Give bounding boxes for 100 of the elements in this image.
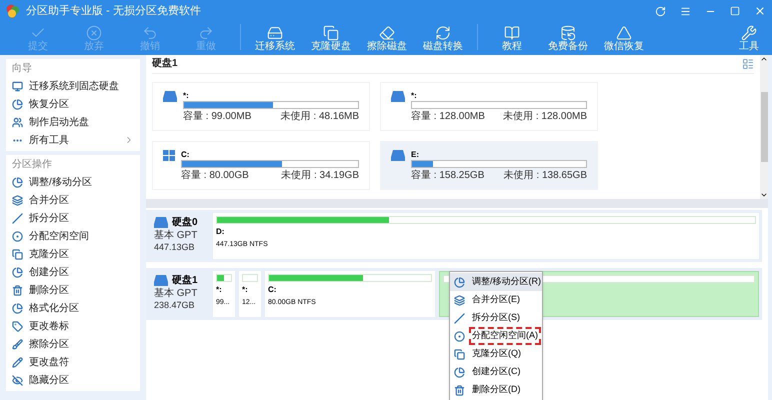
close-icon[interactable] [754,5,766,17]
partition-name: *: [216,285,223,295]
pie-chart-icon [454,366,465,378]
sidebar-item[interactable]: 合并分区 [12,191,134,209]
toolbar-button[interactable]: 迁移系统 [251,25,299,52]
sidebar-item[interactable]: 调整/移动分区 [12,173,134,191]
triangle-icon [616,25,632,41]
sidebar-item[interactable]: 格式化分区 [12,299,134,317]
drive-icon [391,91,405,102]
toolbar-button[interactable]: 克隆硬盘 [307,25,355,52]
window-title: 分区助手专业版 - 无损分区免费软件 [26,4,201,19]
drive-icon [391,150,405,161]
book-icon [504,25,520,41]
windows-icon [163,150,175,161]
toolbar-button[interactable]: 免费备份 [544,25,592,52]
toolbar-button[interactable]: 教程 [488,25,536,52]
partition-card[interactable]: C: 容量 : 80.00GB 未使用 : 34.19GB [152,141,370,190]
menu-item[interactable]: 合并分区(E) [450,291,542,309]
refresh-icon [435,25,451,41]
drive-icon [163,91,177,102]
partition-name: *: [183,91,190,100]
capacity-text: 容量 : 128.00MB [411,111,485,123]
maximize-icon[interactable] [730,6,740,16]
partition-name: C: [181,150,190,159]
partition-card[interactable]: E: 容量 : 158.25GB 未使用 : 138.65GB [380,141,598,190]
menu-item[interactable]: 克隆分区(Q) [450,345,542,363]
undo-icon [142,25,158,41]
sidebar-item[interactable]: 创建分区 [12,263,134,281]
partition-name: E: [411,150,420,159]
monitor-icon [12,80,23,92]
copy-icon [454,348,465,360]
redo-icon [198,25,214,41]
disk-type: 基本 GPT [154,230,198,242]
sidebar-item[interactable]: 制作启动光盘 [12,113,134,131]
disk-title: 硬盘1 [152,56,178,71]
slash-icon [454,312,465,324]
database-icon [560,25,576,41]
section-title: 分区操作 [12,158,53,172]
menu-item[interactable]: 调整/移动分区(R) [450,273,542,291]
drive-icon [267,25,283,41]
sidebar-item[interactable]: 迁移系统到固态硬盘 [12,77,134,95]
capacity-text: 容量 : 158.25GB [411,170,484,182]
trash-icon [454,384,465,396]
free-space-text: 未使用 : 48.16MB [280,111,359,123]
sidebar-item[interactable]: 删除分区 [12,281,134,299]
scrollbar[interactable] [760,55,768,199]
sidebar-item[interactable]: 更改卷标 [12,317,134,335]
cancel-icon [86,25,102,41]
sidebar-item[interactable]: 分配空闲空间 [12,227,134,245]
menu-item[interactable]: 拆分分区(S) [450,309,542,327]
menu-label: 克隆分区(Q) [471,347,522,360]
menu-label: 合并分区(E) [471,293,521,306]
free-space-text: 未使用 : 34.19GB [281,170,359,182]
partition-bar [242,274,258,282]
toolbar-button[interactable]: 擦除磁盘 [363,25,411,52]
toolbar-button[interactable]: 磁盘转换 [419,25,467,52]
sidebar-item[interactable]: 所有工具 [12,131,134,149]
menu-item[interactable]: 分配空闲空间(A) [450,327,542,345]
capacity-text: 容量 : 80.00GB [181,170,249,182]
sidebar-item[interactable]: 隐藏分区 [12,371,134,389]
partition-name: C: [268,285,278,295]
tag-icon [12,320,23,332]
pie-chart-icon [12,176,23,188]
partition-card[interactable]: *: 容量 : 128.00MB 未使用 : 128.00MB [380,82,598,131]
menu-label: 调整/移动分区(R) [471,275,542,288]
tools-button[interactable]: 工具 [734,25,764,52]
free-space-text: 未使用 : 128.00MB [503,111,587,123]
toolbar-button[interactable]: 微信恢复 [600,25,648,52]
disk-type: 基本 GPT [154,288,198,300]
layers-icon [454,294,465,306]
partition-name: *: [242,285,249,295]
eraser-icon [379,25,395,41]
section-title: 向导 [12,62,33,76]
free-space-text: 未使用 : 138.65GB [504,170,587,182]
refresh-icon[interactable] [655,6,666,16]
capacity-text: 容量 : 99.00MB [183,111,252,123]
menu-icon[interactable] [680,6,691,16]
partition-card[interactable]: *: 容量 : 99.00MB 未使用 : 48.16MB [152,82,370,131]
drive-icon [154,275,168,286]
disk-size: 238.47GB [154,300,196,311]
menu-label: 删除分区(D) [471,383,522,396]
pie-chart-icon [12,98,23,110]
wrench-icon [741,25,757,41]
view-toggle-icon[interactable] [742,58,754,70]
sidebar-item[interactable]: 更改盘符 [12,353,134,371]
scroll-up-icon[interactable] [760,55,768,63]
sidebar-item[interactable]: 克隆分区 [12,245,134,263]
scroll-down-icon[interactable] [760,191,768,199]
menu-label: 分配空闲空间(A) [471,329,539,343]
sidebar-item[interactable]: 拆分分区 [12,209,134,227]
layers-icon [12,194,23,206]
disk-name: 硬盘0 [172,216,198,230]
pie-chart-icon [454,276,465,288]
menu-item[interactable]: 删除分区(D) [450,381,542,399]
sidebar-item[interactable]: 恢复分区 [12,95,134,113]
sidebar-item[interactable]: 擦除分区 [12,335,134,353]
disk-name: 硬盘1 [172,274,198,288]
partition-name: *: [411,91,418,100]
pie-chart-icon [12,302,23,314]
menu-item[interactable]: 创建分区(C) [450,363,542,381]
